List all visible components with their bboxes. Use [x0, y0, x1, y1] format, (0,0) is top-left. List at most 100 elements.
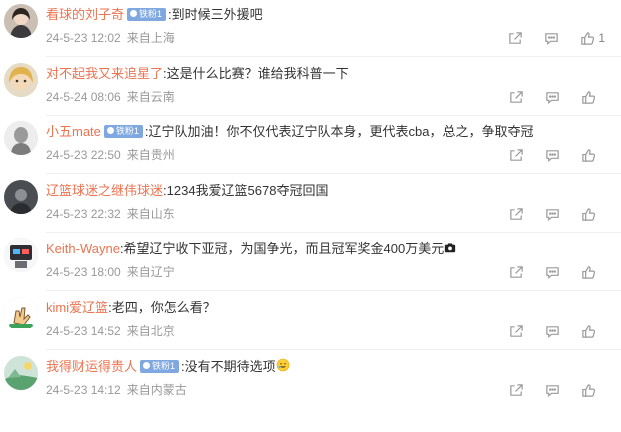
- like-icon[interactable]: [580, 147, 596, 163]
- username-link[interactable]: 看球的刘子奇: [46, 7, 124, 22]
- blonde-child-avatar: [4, 63, 38, 97]
- badge-dot-icon: [106, 127, 114, 135]
- comment-divider: [46, 56, 621, 57]
- comment-divider: [46, 173, 621, 174]
- comment-divider: [46, 290, 621, 291]
- comment-divider: [46, 349, 621, 350]
- fan-badge-label: 铁粉1: [139, 9, 163, 20]
- share-icon[interactable]: [508, 206, 524, 222]
- comment-line: 辽篮球迷之继伟球迷:1234我爱辽篮5678夺冠回国: [46, 181, 328, 201]
- girl-portrait-avatar: [4, 4, 38, 38]
- avatar[interactable]: [4, 121, 38, 155]
- share-icon[interactable]: [507, 30, 523, 46]
- share-icon[interactable]: [508, 382, 524, 398]
- comment-meta: 24-5-24 08:06 来自云南: [46, 88, 175, 106]
- comment-line: 我得财运得贵人 铁粉1 :没有不期待选项: [46, 357, 290, 377]
- cartoon-hand-avatar: [4, 297, 38, 331]
- comment-time: 24-5-23 18:00: [46, 265, 121, 279]
- share-icon[interactable]: [508, 147, 524, 163]
- avatar[interactable]: [4, 180, 38, 214]
- comment-meta: 24-5-23 14:52 来自北京: [46, 322, 175, 340]
- comment-line: 小五mate 铁粉1 :辽宁队加油！你不仅代表辽宁队本身，更代表cba，总之，争取夺…: [46, 122, 534, 142]
- view-image-icon[interactable]: [444, 240, 456, 260]
- comment-text: :老四，你怎么看？: [108, 300, 216, 315]
- avatar[interactable]: [4, 297, 38, 331]
- bust-statue-avatar: [4, 121, 38, 155]
- comment-divider: [46, 232, 621, 233]
- reply-icon[interactable]: [544, 89, 560, 105]
- comment-time: 24-5-23 12:02: [46, 31, 121, 45]
- laugh-cry-emoji-icon: [276, 358, 290, 378]
- like-icon[interactable]: [580, 89, 596, 105]
- comment-line: 看球的刘子奇 铁粉1 :到时候三外援吧: [46, 5, 263, 25]
- comment-location: 来自上海: [126, 31, 175, 45]
- username-link[interactable]: 我得财运得贵人: [46, 359, 137, 374]
- like-icon[interactable]: [579, 30, 595, 46]
- comment-actions: [488, 381, 605, 399]
- comment-actions: [488, 263, 605, 281]
- avatar[interactable]: [4, 238, 38, 272]
- fan-badge-label: 铁粉1: [152, 361, 176, 372]
- comment-item: 辽篮球迷之继伟球迷:1234我爱辽篮5678夺冠回国 24-5-23 22:32 来…: [0, 180, 621, 242]
- comment-location: 来自云南: [126, 90, 175, 104]
- comment-item: Keith-Wayne:希望辽宁收下亚冠，为国争光，而且冠军奖金400万美元 24…: [0, 238, 621, 300]
- comment-time: 24-5-23 14:52: [46, 324, 121, 338]
- comment-meta: 24-5-23 12:02 来自上海: [46, 29, 175, 47]
- username-link[interactable]: kimi爱辽篮: [46, 300, 108, 315]
- username-link[interactable]: 对不起我又来追星了: [46, 66, 163, 81]
- like-icon[interactable]: [580, 323, 596, 339]
- like-icon[interactable]: [580, 206, 596, 222]
- green-landscape-avatar: [4, 356, 38, 390]
- comment-actions: [488, 205, 605, 223]
- username-link[interactable]: 辽篮球迷之继伟球迷: [46, 183, 163, 198]
- avatar[interactable]: [4, 63, 38, 97]
- reply-icon[interactable]: [544, 323, 560, 339]
- dark-photo-avatar: [4, 180, 38, 214]
- comment-text: :到时候三外援吧: [168, 7, 263, 22]
- comment-location: 来自辽宁: [126, 265, 175, 279]
- comment-actions: [488, 322, 605, 340]
- comment-time: 24-5-23 22:50: [46, 148, 121, 162]
- comment-meta: 24-5-23 22:32 来自山东: [46, 205, 175, 223]
- comment-text: :辽宁队加油！你不仅代表辽宁队本身，更代表cba，总之，争取夺冠: [144, 124, 534, 139]
- comment-text: :1234我爱辽篮5678夺冠回国: [163, 183, 329, 198]
- comment-line: Keith-Wayne:希望辽宁收下亚冠，为国争光，而且冠军奖金400万美元: [46, 239, 456, 259]
- comment-divider: [46, 115, 621, 116]
- reply-icon[interactable]: [544, 264, 560, 280]
- share-icon[interactable]: [508, 89, 524, 105]
- avatar[interactable]: [4, 356, 38, 390]
- comment-actions: 1: [487, 29, 605, 47]
- comment-line: kimi爱辽篮:老四，你怎么看？: [46, 298, 216, 318]
- comment-line: 对不起我又来追星了:这是什么比赛？谁给我科普一下: [46, 64, 349, 84]
- comment-item: 小五mate 铁粉1 :辽宁队加油！你不仅代表辽宁队本身，更代表cba，总之，争取夺…: [0, 121, 621, 183]
- comment-location: 来自贵州: [126, 148, 175, 162]
- comment-item: 我得财运得贵人 铁粉1:没有不期待选项 24-5-23 14:12 来自内蒙古: [0, 356, 621, 418]
- share-icon[interactable]: [508, 264, 524, 280]
- reply-icon[interactable]: [544, 206, 560, 222]
- like-count: 1: [598, 31, 605, 45]
- comment-actions: [488, 146, 605, 164]
- reply-icon[interactable]: [544, 147, 560, 163]
- comment-time: 24-5-23 14:12: [46, 383, 121, 397]
- fan-badge: 铁粉1: [140, 360, 180, 374]
- badge-dot-icon: [143, 362, 151, 370]
- reply-icon[interactable]: [543, 30, 559, 46]
- username-link[interactable]: 小五mate: [46, 124, 101, 139]
- fan-badge-label: 铁粉1: [115, 126, 139, 137]
- share-icon[interactable]: [508, 323, 524, 339]
- avatar[interactable]: [4, 4, 38, 38]
- comment-text: :希望辽宁收下亚冠，为国争光，而且冠军奖金400万美元: [119, 241, 445, 256]
- comment-text: :没有不期待选项: [181, 359, 276, 374]
- comment-location: 来自北京: [126, 324, 175, 338]
- comment-actions: [488, 88, 605, 106]
- comment-item: 看球的刘子奇 铁粉1 :到时候三外援吧 24-5-23 12:02 来自上海 1: [0, 4, 621, 66]
- comment-meta: 24-5-23 22:50 来自贵州: [46, 146, 175, 164]
- comment-item: kimi爱辽篮:老四，你怎么看？ 24-5-23 14:52 来自北京: [0, 297, 621, 359]
- comment-time: 24-5-23 22:32: [46, 207, 121, 221]
- comment-time: 24-5-24 08:06: [46, 90, 121, 104]
- like-icon[interactable]: [580, 264, 596, 280]
- username-link[interactable]: Keith-Wayne: [46, 241, 120, 256]
- like-icon[interactable]: [580, 382, 596, 398]
- reply-icon[interactable]: [544, 382, 560, 398]
- badge-dot-icon: [130, 10, 138, 18]
